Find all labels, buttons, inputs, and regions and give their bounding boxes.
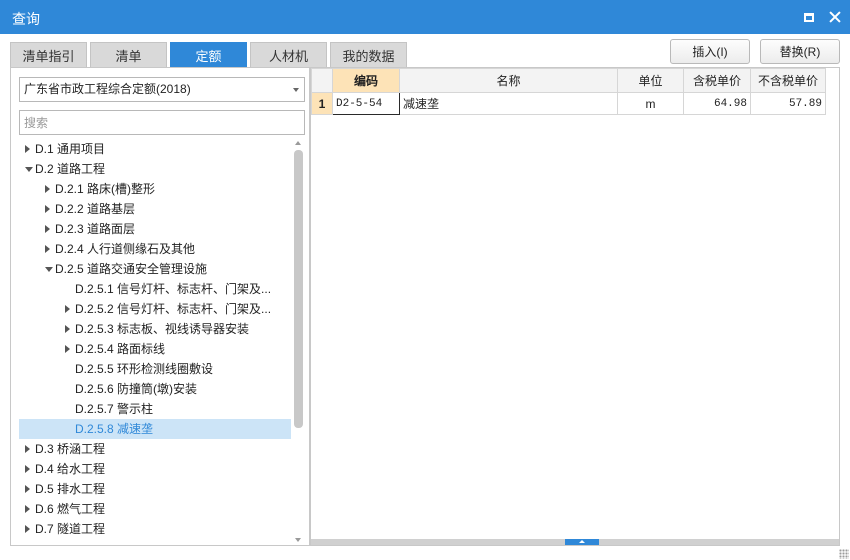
tree-item-label: D.2.5.6 防撞筒(墩)安装 — [75, 382, 198, 396]
result-table: 编码 名称 单位 含税单价 不含税单价 1 D2-5-54 减速垄 m 64.9… — [311, 68, 826, 115]
tree-item[interactable]: D.3 桥涵工程 — [19, 439, 291, 459]
tree-item[interactable]: D.5 排水工程 — [19, 479, 291, 499]
collapse-arrow-icon[interactable] — [25, 485, 30, 493]
tree-item-label: D.2.5.3 标志板、视线诱导器安装 — [75, 322, 250, 336]
category-tree: D.1 通用项目 D.2 道路工程 D.2.1 路床(槽)整形 D.2.2 道路基层 D… — [19, 139, 291, 546]
search-input[interactable] — [19, 110, 305, 135]
insert-button[interactable]: 插入(I) — [670, 39, 750, 64]
chevron-down-icon — [293, 88, 299, 92]
tree-item-label: D.2.5.5 环形检测线圈敷设 — [75, 362, 214, 376]
expand-arrow-icon[interactable] — [25, 167, 33, 172]
tab-bar: 清单指引 清单 定额 人材机 我的数据 — [10, 42, 410, 68]
tree-item-label: D.2.5.2 信号灯杆、标志杆、门架及... — [75, 302, 272, 316]
collapse-arrow-icon[interactable] — [65, 345, 70, 353]
collapse-arrow-icon[interactable] — [45, 205, 50, 213]
row-number-header — [311, 68, 333, 93]
tree-item-label: D.2.1 路床(槽)整形 — [55, 182, 156, 196]
tree-item[interactable]: D.4 给水工程 — [19, 459, 291, 479]
tree-item-label: D.2.4 人行道侧缘石及其他 — [55, 242, 196, 256]
tree-item[interactable]: D.2.1 路床(槽)整形 — [19, 179, 291, 199]
result-panel: 编码 名称 单位 含税单价 不含税单价 1 D2-5-54 减速垄 m 64.9… — [310, 68, 840, 546]
tree-item[interactable]: D.2.5.3 标志板、视线诱导器安装 — [19, 319, 291, 339]
tree-item-label: D.6 燃气工程 — [35, 502, 106, 516]
expand-arrow-icon[interactable] — [45, 267, 53, 272]
cell-code[interactable]: D2-5-54 — [332, 92, 400, 115]
tree-item-label: D.5 排水工程 — [35, 482, 106, 496]
tree-item-label: D.2.5.8 减速垄 — [75, 422, 154, 436]
scroll-down-icon[interactable] — [295, 538, 301, 542]
column-header-price-tax[interactable]: 含税单价 — [683, 68, 751, 93]
collapse-arrow-icon[interactable] — [65, 305, 70, 313]
collapse-arrow-icon[interactable] — [45, 245, 50, 253]
tree-item[interactable]: D.2 道路工程 — [19, 159, 291, 179]
tree-item[interactable]: D.2.4 人行道侧缘石及其他 — [19, 239, 291, 259]
scroll-thumb[interactable] — [294, 150, 303, 428]
tree-item-label: D.2 道路工程 — [35, 162, 106, 176]
collapse-arrow-icon[interactable] — [25, 145, 30, 153]
tree-item[interactable]: D.6 燃气工程 — [19, 499, 291, 519]
column-header-code[interactable]: 编码 — [332, 68, 400, 93]
resize-grip-icon[interactable] — [839, 549, 849, 559]
tree-item[interactable]: D.2.3 道路面层 — [19, 219, 291, 239]
tree-item-label: D.7 隧道工程 — [35, 522, 106, 536]
cell-name[interactable]: 减速垄 — [399, 92, 618, 115]
splitter-handle[interactable] — [565, 539, 599, 545]
collapse-arrow-icon[interactable] — [45, 225, 50, 233]
collapse-arrow-icon[interactable] — [25, 465, 30, 473]
table-header-row: 编码 名称 单位 含税单价 不含税单价 — [311, 68, 826, 93]
tree-item[interactable]: D.7 隧道工程 — [19, 519, 291, 539]
tree-item-label: D.2.5.4 路面标线 — [75, 342, 166, 356]
tree-item[interactable]: D.2.5.6 防撞筒(墩)安装 — [19, 379, 291, 399]
tree-item-label: D.4 给水工程 — [35, 462, 106, 476]
column-header-unit[interactable]: 单位 — [617, 68, 684, 93]
tree-item[interactable]: D.1 通用项目 — [19, 139, 291, 159]
close-icon[interactable] — [826, 8, 844, 26]
cell-price-notax[interactable]: 57.89 — [750, 92, 826, 115]
tree-item[interactable]: D.2.5.2 信号灯杆、标志杆、门架及... — [19, 299, 291, 319]
tab-2[interactable]: 定额 — [170, 42, 247, 68]
tree-item[interactable]: D.2.5.5 环形检测线圈敷设 — [19, 359, 291, 379]
tree-item[interactable]: D.2.2 道路基层 — [19, 199, 291, 219]
collapse-arrow-icon[interactable] — [65, 325, 70, 333]
cell-price-tax[interactable]: 64.98 — [683, 92, 751, 115]
collapse-arrow-icon[interactable] — [45, 185, 50, 193]
tree-scrollbar[interactable] — [292, 139, 304, 544]
collapse-arrow-icon[interactable] — [25, 525, 30, 533]
tree-item-label: D.3 桥涵工程 — [35, 442, 106, 456]
tree-item-label: D.2.5.1 信号灯杆、标志杆、门架及... — [75, 282, 272, 296]
tree-item-label: D.2.2 道路基层 — [55, 202, 136, 216]
window-title: 查询 — [12, 11, 40, 27]
category-panel: 广东省市政工程综合定额(2018) D.1 通用项目 D.2 道路工程 D.2.1 … — [10, 68, 310, 546]
tree-item[interactable]: D.2.5.8 减速垄 — [19, 419, 291, 439]
row-number: 1 — [311, 92, 333, 115]
tab-3[interactable]: 人材机 — [250, 42, 327, 68]
quota-library-value: 广东省市政工程综合定额(2018) — [24, 82, 191, 96]
column-header-price-notax[interactable]: 不含税单价 — [750, 68, 826, 93]
tree-item-label: D.2.3 道路面层 — [55, 222, 136, 236]
column-header-name[interactable]: 名称 — [399, 68, 618, 93]
tree-item[interactable]: D.2.5.4 路面标线 — [19, 339, 291, 359]
tree-item[interactable]: D.2.5 道路交通安全管理设施 — [19, 259, 291, 279]
tree-item[interactable]: D.2.5.1 信号灯杆、标志杆、门架及... — [19, 279, 291, 299]
tab-4[interactable]: 我的数据 — [330, 42, 407, 68]
collapse-arrow-icon[interactable] — [25, 445, 30, 453]
collapse-arrow-icon[interactable] — [25, 505, 30, 513]
table-row[interactable]: 1 D2-5-54 减速垄 m 64.98 57.89 — [311, 92, 826, 115]
tree-item-label: D.1 通用项目 — [35, 142, 106, 156]
scroll-up-icon[interactable] — [295, 141, 301, 145]
title-bar: 查询 — [0, 0, 850, 34]
tree-item-label: D.2.5.7 警示柱 — [75, 402, 154, 416]
tree-item[interactable]: D.2.5.7 警示柱 — [19, 399, 291, 419]
quota-library-select[interactable]: 广东省市政工程综合定额(2018) — [19, 77, 305, 102]
tab-1[interactable]: 清单 — [90, 42, 167, 68]
cell-unit[interactable]: m — [617, 92, 684, 115]
restore-icon[interactable] — [800, 8, 818, 26]
tree-item-label: D.2.5 道路交通安全管理设施 — [55, 262, 208, 276]
tab-0[interactable]: 清单指引 — [10, 42, 87, 68]
replace-button[interactable]: 替换(R) — [760, 39, 840, 64]
